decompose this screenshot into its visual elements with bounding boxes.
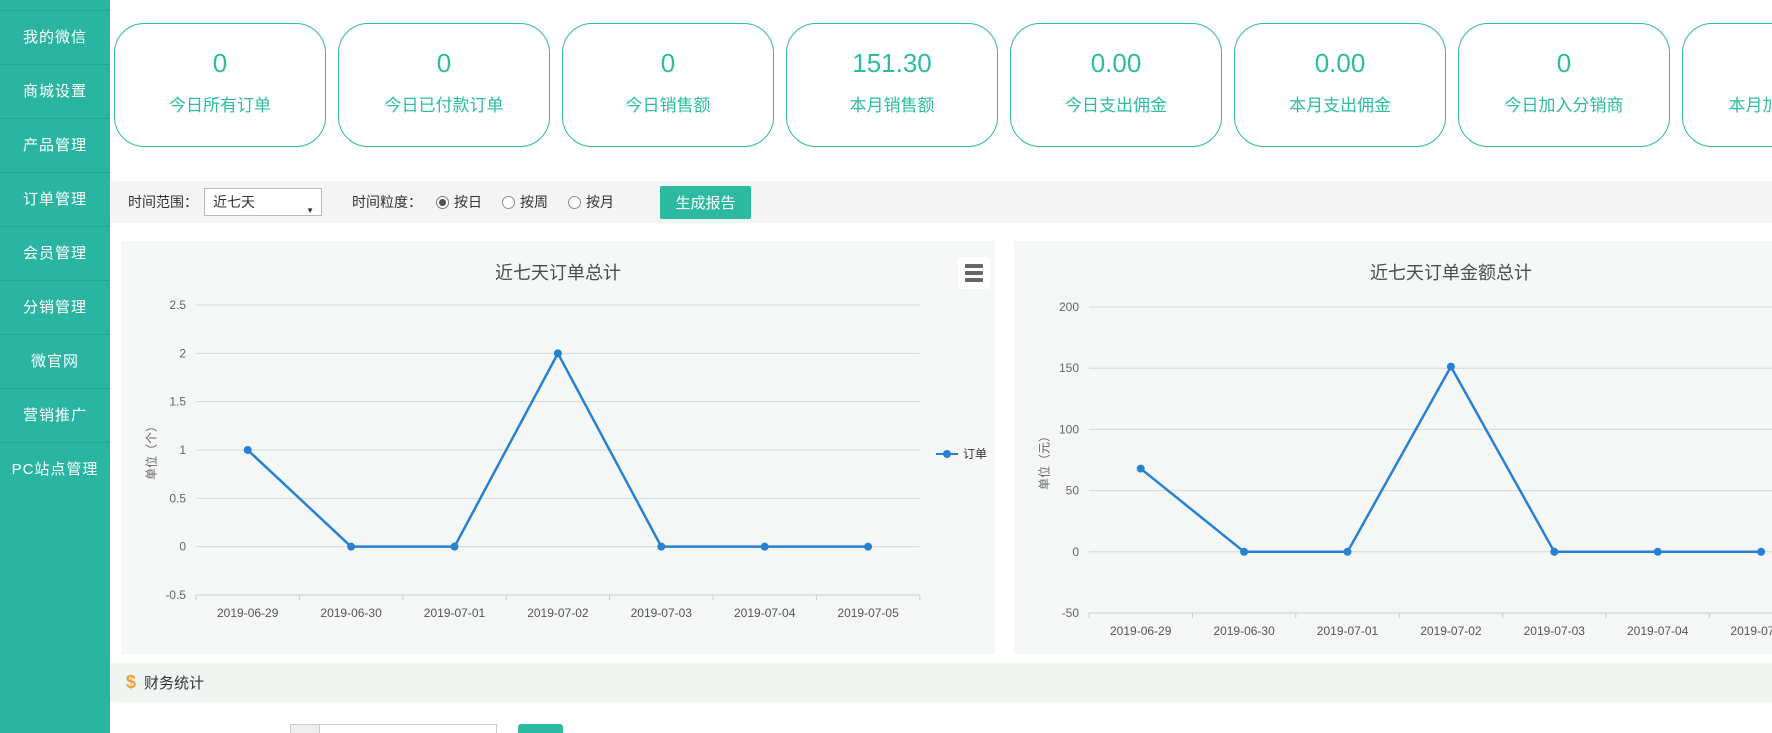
granularity-radio-label: 按日 (454, 192, 482, 212)
stat-card-value: 0.00 (1235, 48, 1445, 79)
svg-text:100: 100 (1059, 422, 1079, 436)
stat-card-value: 0 (1683, 48, 1772, 79)
granularity-radio-option[interactable]: 按周 (502, 192, 548, 212)
sidebar-item[interactable]: 订单管理 (0, 172, 110, 226)
time-range-select[interactable]: 近七天 ▼ (204, 188, 322, 216)
svg-text:0: 0 (179, 540, 186, 554)
dashboard-page: 我的微信商城设置产品管理订单管理会员管理分销管理微官网营销推广PC站点管理 0今… (0, 0, 1772, 733)
stat-card: 151.30 本月销售额 (786, 23, 998, 147)
svg-text:2.5: 2.5 (169, 298, 186, 312)
svg-text:2019-07-03: 2019-07-03 (1524, 624, 1586, 638)
stat-card-value: 151.30 (787, 48, 997, 79)
radio-selected-icon[interactable] (436, 196, 449, 209)
stat-card-label: 今日所有订单 (115, 91, 325, 116)
granularity-radio-option[interactable]: 按月 (568, 192, 614, 212)
svg-text:0.5: 0.5 (169, 491, 186, 505)
granularity-radio-label: 按周 (520, 192, 548, 212)
finance-query-input[interactable] (319, 724, 497, 733)
svg-text:2019-07-05: 2019-07-05 (837, 606, 899, 620)
stat-card: 0 今日加入分销商 (1458, 23, 1670, 147)
svg-text:1.5: 1.5 (169, 395, 186, 409)
svg-text:2019-06-30: 2019-06-30 (1213, 624, 1275, 638)
svg-text:2019-06-29: 2019-06-29 (217, 606, 279, 620)
order-amount-chart-panel: 近七天订单金额总计 单位（元） 200150100500-502019-06-2… (1014, 241, 1772, 654)
sidebar-menu: 我的微信商城设置产品管理订单管理会员管理分销管理微官网营销推广PC站点管理 (0, 0, 110, 733)
stat-card-label: 今日加入分销商 (1459, 91, 1669, 116)
svg-text:-0.5: -0.5 (165, 588, 186, 602)
svg-text:2019-07-01: 2019-07-01 (1317, 624, 1379, 638)
svg-text:-50: -50 (1062, 606, 1080, 620)
sidebar-item[interactable]: 产品管理 (0, 118, 110, 172)
sidebar-item[interactable]: PC站点管理 (0, 442, 110, 496)
finance-section-header: $ 财务统计 (110, 663, 1772, 702)
report-filter-bar: 时间范围： 近七天 ▼ 时间粒度： 按日 按周 按月 生成报告 (110, 181, 1772, 223)
sidebar-item[interactable]: 微官网 (0, 334, 110, 388)
stat-card: 0.00 本月支出佣金 (1234, 23, 1446, 147)
stat-card-label: 本月加入分销商 (1683, 91, 1772, 116)
svg-text:1: 1 (179, 443, 186, 457)
svg-text:2019-07-04: 2019-07-04 (1627, 624, 1689, 638)
svg-text:2019-07-03: 2019-07-03 (631, 606, 693, 620)
granularity-radio-label: 按月 (586, 192, 614, 212)
sidebar-item[interactable]: 会员管理 (0, 226, 110, 280)
stat-card-label: 本月支出佣金 (1235, 91, 1445, 116)
chevron-down-icon: ▼ (306, 198, 314, 224)
time-range-label: 时间范围： (128, 192, 198, 212)
svg-text:2019-07-02: 2019-07-02 (527, 606, 589, 620)
svg-text:0: 0 (1072, 545, 1079, 559)
svg-text:2019-07-01: 2019-07-01 (424, 606, 486, 620)
stat-card: 0 今日所有订单 (114, 23, 326, 147)
svg-text:150: 150 (1059, 361, 1079, 375)
granularity-label: 时间粒度： (352, 192, 422, 212)
stat-card-value: 0 (115, 48, 325, 79)
stat-card-value: 0 (339, 48, 549, 79)
svg-text:50: 50 (1066, 484, 1080, 498)
svg-text:2: 2 (179, 346, 186, 360)
radio-icon[interactable] (502, 196, 515, 209)
finance-section-title: 财务统计 (144, 672, 204, 693)
stat-card-label: 本月销售额 (787, 91, 997, 116)
orders-chart-panel: 近七天订单总计 单位（个） 订单 2.521.510.50-0.52019-06… (121, 241, 995, 654)
stat-card-label: 今日已付款订单 (339, 91, 549, 116)
date-addon-box[interactable] (290, 724, 320, 733)
stat-card-value: 0.00 (1011, 48, 1221, 79)
time-range-selected-value: 近七天 (213, 194, 255, 210)
svg-text:2019-07-04: 2019-07-04 (734, 606, 796, 620)
generate-report-button[interactable]: 生成报告 (660, 186, 751, 219)
stat-cards-row: 0 今日所有订单 0 今日已付款订单 0 今日销售额 151.30 本月销售额 0.00 今日支出… (114, 23, 1772, 147)
sidebar-item[interactable]: 商城设置 (0, 64, 110, 118)
stat-card-value: 0 (1459, 48, 1669, 79)
order-amount-line-chart[interactable]: 200 150 100 50 0 -50 2019-06-29 2019-06-30 2019-… (1014, 241, 1772, 654)
granularity-radio-group: 按日 按周 按月 (436, 192, 634, 212)
finance-query-button[interactable] (518, 724, 563, 733)
sidebar-item[interactable]: 我的微信 (0, 10, 110, 64)
svg-text:200: 200 (1059, 300, 1079, 314)
svg-text:2019-07-02: 2019-07-02 (1420, 624, 1482, 638)
svg-text:2019-06-30: 2019-06-30 (320, 606, 382, 620)
svg-text:2019-06-29: 2019-06-29 (1110, 624, 1172, 638)
stat-card-label: 今日支出佣金 (1011, 91, 1221, 116)
dollar-icon: $ (126, 672, 136, 693)
granularity-radio-option[interactable]: 按日 (436, 192, 482, 212)
stat-card: 0.00 今日支出佣金 (1010, 23, 1222, 147)
radio-icon[interactable] (568, 196, 581, 209)
sidebar-item[interactable]: 营销推广 (0, 388, 110, 442)
orders-line-chart[interactable]: 2.5 2 1.5 1 0.5 0 -0.5 2019-06-29 2019-06-30 2019… (121, 241, 995, 654)
stat-card: 0 今日已付款订单 (338, 23, 550, 147)
stat-card-label: 今日销售额 (563, 91, 773, 116)
stat-card-value: 0 (563, 48, 773, 79)
svg-text:2019-07-05: 2019-07-05 (1730, 624, 1772, 638)
stat-card: 0 今日销售额 (562, 23, 774, 147)
sidebar-item[interactable]: 分销管理 (0, 280, 110, 334)
stat-card: 0 本月加入分销商 (1682, 23, 1772, 147)
